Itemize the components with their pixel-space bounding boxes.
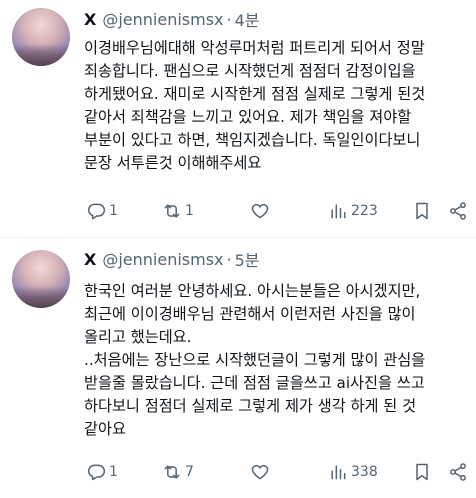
tweet[interactable]: X @jennienismsx · 5분 한국인 여러분 안녕하세요. 아시는분… xyxy=(0,238,476,498)
action-bar: 1 7 338 xyxy=(84,460,468,484)
bookmark-button[interactable] xyxy=(412,199,432,223)
author-name[interactable]: X xyxy=(84,10,96,29)
share-icon xyxy=(450,463,466,481)
views-button[interactable]: 338 xyxy=(328,460,378,484)
views-count: 338 xyxy=(351,464,378,480)
tweet-time[interactable]: 5분 xyxy=(235,247,260,271)
retweet-button[interactable]: 1 xyxy=(162,199,194,223)
views-icon xyxy=(331,204,346,219)
views-button[interactable]: 223 xyxy=(328,199,378,223)
like-button[interactable] xyxy=(250,460,273,484)
tweet-header: X @jennienismsx · 5분 xyxy=(84,247,260,271)
bookmark-icon xyxy=(416,463,428,481)
retweet-button[interactable]: 7 xyxy=(162,460,194,484)
avatar[interactable] xyxy=(12,8,70,66)
tweet-header: X @jennienismsx · 4분 xyxy=(84,7,260,31)
tweet-text: 이경배우님에대해 악성루머처럼 퍼트리게 되어서 정말 죄송합니다. 팬심으로 … xyxy=(84,39,426,172)
tweet-text: 한국인 여러분 안녕하세요. 아시는분들은 아시겠지만, 최근에 이이경배우님 … xyxy=(84,282,426,438)
retweet-count: 7 xyxy=(185,464,194,480)
views-count: 223 xyxy=(351,203,378,219)
reply-button[interactable]: 1 xyxy=(86,199,118,223)
share-icon xyxy=(450,202,466,220)
like-button[interactable] xyxy=(250,199,273,223)
retweet-count: 1 xyxy=(185,203,194,219)
bookmark-button[interactable] xyxy=(412,460,432,484)
action-bar: 1 1 223 xyxy=(84,199,468,223)
reply-count: 1 xyxy=(109,464,118,480)
reply-icon xyxy=(88,464,106,481)
retweet-icon xyxy=(164,465,180,479)
reply-count: 1 xyxy=(109,203,118,219)
reply-icon xyxy=(88,203,106,220)
share-button[interactable] xyxy=(448,199,468,223)
tweet[interactable]: X @jennienismsx · 4분 이경배우님에대해 악성루머처럼 퍼트리… xyxy=(0,0,476,238)
author-name[interactable]: X xyxy=(84,250,96,269)
avatar[interactable] xyxy=(12,250,70,308)
heart-icon xyxy=(251,464,269,480)
header-separator: · xyxy=(226,9,232,29)
author-handle[interactable]: @jennienismsx xyxy=(102,250,223,269)
retweet-icon xyxy=(164,204,180,218)
header-separator: · xyxy=(226,249,232,269)
heart-icon xyxy=(251,203,269,219)
tweet-time[interactable]: 4분 xyxy=(235,7,260,31)
bookmark-icon xyxy=(416,202,428,220)
views-icon xyxy=(331,465,346,480)
reply-button[interactable]: 1 xyxy=(86,460,118,484)
share-button[interactable] xyxy=(448,460,468,484)
author-handle[interactable]: @jennienismsx xyxy=(102,10,223,29)
